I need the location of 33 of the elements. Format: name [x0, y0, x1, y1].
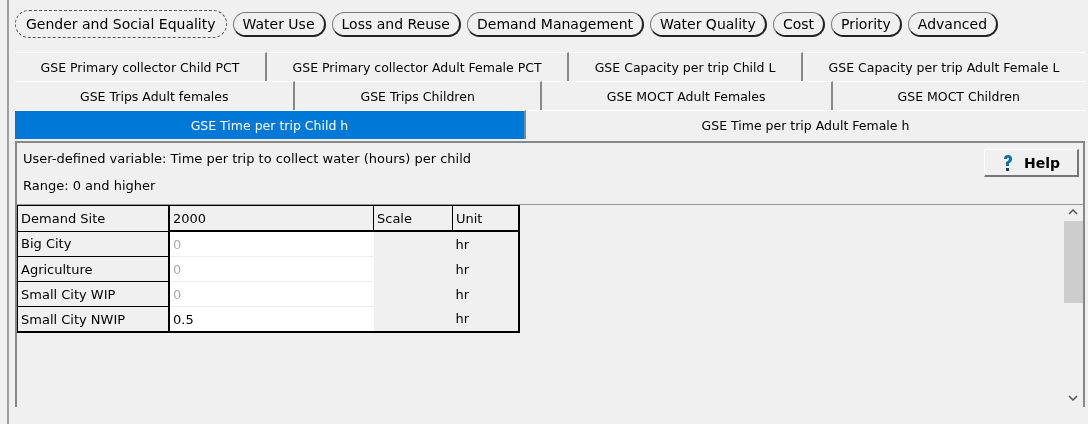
table-cell: hr	[452, 231, 519, 257]
tab[interactable]: GSE Trips Adult females	[15, 81, 296, 110]
column-header: Demand Site	[17, 205, 169, 231]
question-mark-icon	[1001, 153, 1014, 172]
column-header: Unit	[452, 205, 519, 231]
category-button[interactable]: Priority	[831, 11, 902, 37]
table-cell: Small City WIP	[17, 281, 169, 307]
tab[interactable]: GSE Capacity per trip Child L	[569, 52, 803, 81]
table-cell[interactable]: 0.5	[169, 306, 374, 332]
tab[interactable]: GSE Primary collector Child PCT	[15, 52, 267, 81]
table-cell: Agriculture	[17, 256, 169, 282]
tab[interactable]: GSE Primary collector Adult Female PCT	[266, 52, 570, 81]
category-button[interactable]: Loss and Reuse	[331, 11, 461, 37]
scroll-up-icon[interactable]	[1068, 209, 1078, 215]
tab[interactable]: GSE MOCT Adult Females	[541, 81, 833, 110]
category-button[interactable]: Advanced	[907, 11, 998, 37]
range-text: Range: 0 and higher	[23, 178, 157, 193]
description-text: User-defined variable: Time per trip to collect water (hours) per child	[23, 151, 472, 166]
tab[interactable]: GSE Time per trip Child h	[15, 110, 526, 139]
table-cell: hr	[452, 281, 519, 307]
scroll-down-icon[interactable]	[1068, 395, 1078, 401]
tab[interactable]: GSE Trips Children	[295, 81, 542, 110]
column-header: Scale	[373, 205, 453, 231]
table-cell: Big City	[17, 231, 169, 257]
category-button[interactable]: Cost	[772, 11, 826, 37]
category-button[interactable]: Water Quality	[650, 11, 767, 37]
table-cell: hr	[452, 256, 519, 282]
category-button[interactable]: Gender and Social Equality	[15, 10, 227, 38]
table-cell: Small City NWIP	[17, 306, 169, 332]
table-cell: hr	[452, 306, 519, 332]
category-button[interactable]: Demand Management	[467, 11, 645, 37]
help-button[interactable]: Help	[984, 149, 1079, 177]
category-button[interactable]: Water Use	[232, 11, 326, 37]
